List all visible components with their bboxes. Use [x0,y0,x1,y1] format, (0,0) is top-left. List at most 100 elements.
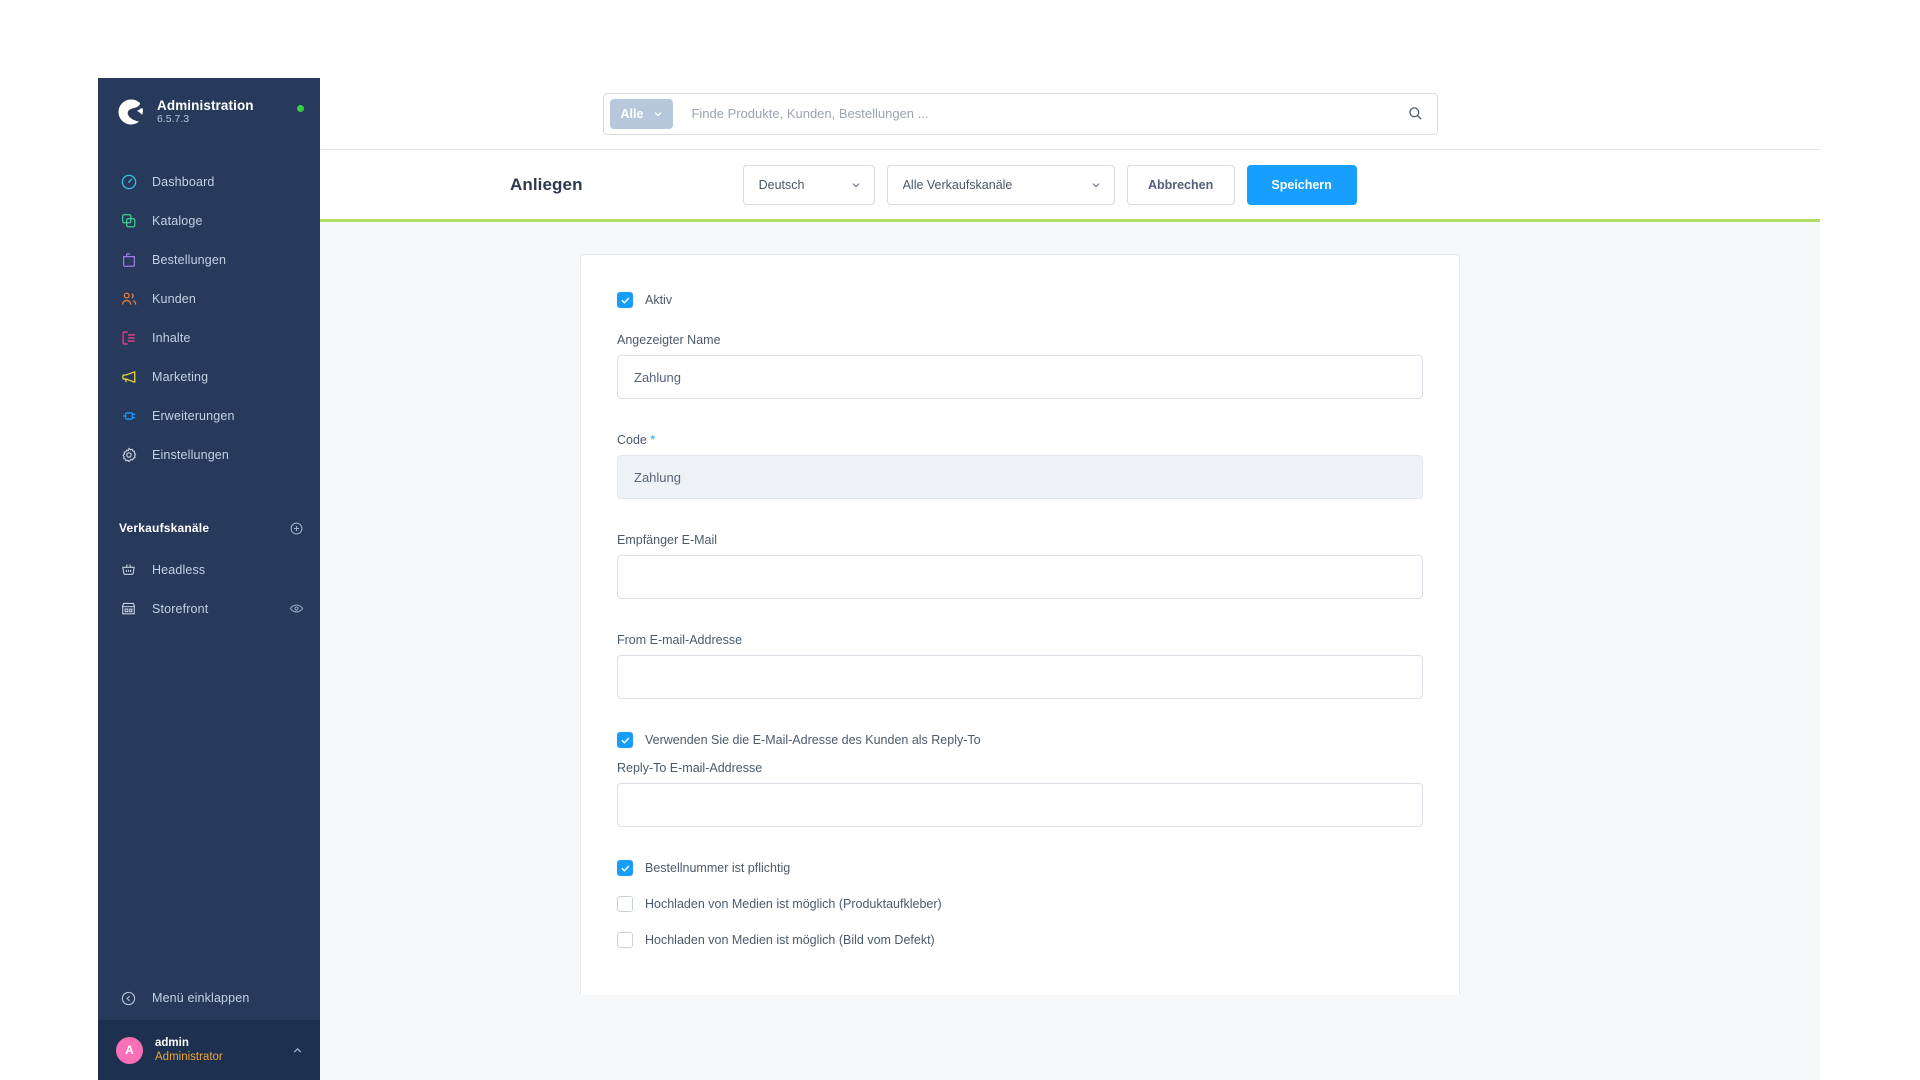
main-area: Alle Anliegen Deutsch [320,78,1820,1080]
recipient-email-field: Empfänger E-Mail [617,533,1423,599]
sidebar-nav: Dashboard Kataloge Bestellungen Kunden I… [98,162,320,474]
sidebar-item-dashboard[interactable]: Dashboard [98,162,320,201]
sidebar-item-label: Headless [152,562,206,577]
use-customer-reply-to-row: Verwenden Sie die E-Mail-Adresse des Kun… [617,725,1423,755]
sidebar-item-marketing[interactable]: Marketing [98,357,320,396]
sidebar-item-kataloge[interactable]: Kataloge [98,201,320,240]
from-email-field: From E-mail-Addresse [617,633,1423,699]
sidebar-item-kunden[interactable]: Kunden [98,279,320,318]
administration-app: Administration 6.5.7.3 Dashboard Katalog… [98,78,1820,1080]
recipient-email-label: Empfänger E-Mail [617,533,718,547]
reply-to-email-field: Reply-To E-mail-Addresse [617,761,1423,827]
chevron-down-icon [655,111,662,117]
page-title: Anliegen [510,174,583,194]
add-sales-channel-icon[interactable] [289,521,304,536]
sidebar-section-title: Verkaufskanäle [119,521,210,535]
catalog-icon [119,211,138,230]
active-checkbox-row: Aktiv [617,285,1423,315]
collapse-left-icon [119,989,138,1008]
avatar: A [116,1036,143,1064]
reply-to-email-input[interactable] [617,783,1423,827]
sales-channel-switch-value: Alle Verkaufskanäle [902,177,1013,192]
display-name-input[interactable] [617,355,1423,399]
sidebar-item-label: Marketing [152,369,209,384]
card-bottom-spacer [617,961,1423,995]
code-field: Code * [617,433,1423,499]
required-marker: * [650,433,656,447]
global-search: Alle [602,92,1438,135]
sidebar-item-storefront[interactable]: Storefront [98,589,320,628]
sidebar-item-label: Inhalte [152,330,191,345]
sidebar-item-bestellungen[interactable]: Bestellungen [98,240,320,279]
upload-product-sticker-row: Hochladen von Medien ist möglich (Produk… [617,889,1423,919]
settings-icon [119,445,138,464]
user-menu[interactable]: A admin Administrator [98,1020,320,1080]
sidebar-item-label: Kunden [152,291,196,306]
from-email-label: From E-mail-Addresse [617,633,743,647]
order-number-required-label: Bestellnummer ist pflichtig [645,861,791,875]
use-customer-reply-to-checkbox[interactable] [617,732,633,748]
cancel-button[interactable]: Abbrechen [1126,164,1235,205]
sidebar-item-erweiterungen[interactable]: Erweiterungen [98,396,320,435]
smart-bar: Anliegen Deutsch Alle Verkaufskanäle Abb… [320,150,1820,222]
sidebar: Administration 6.5.7.3 Dashboard Katalog… [98,78,320,1080]
connection-status-dot [297,105,304,112]
sidebar-item-headless[interactable]: Headless [98,550,320,589]
upload-defect-image-label: Hochladen von Medien ist möglich (Bild v… [645,933,935,947]
code-input[interactable] [617,455,1423,499]
orders-icon [119,250,138,269]
search-scope-dropdown[interactable]: Alle [609,98,674,129]
dashboard-icon [119,172,138,191]
search-scope-label: Alle [620,106,644,121]
sidebar-brand-title: Administration [157,98,254,114]
sales-channel-switch[interactable]: Alle Verkaufskanäle [886,164,1115,205]
display-name-label: Angezeigter Name [617,333,721,347]
sidebar-item-label: Kataloge [152,213,203,228]
sidebar-item-label: Einstellungen [152,447,230,462]
basket-icon [119,560,138,579]
sidebar-item-einstellungen[interactable]: Einstellungen [98,435,320,474]
recipient-email-input[interactable] [617,555,1423,599]
user-role: Administrator [155,1051,223,1063]
collapse-menu-label: Menü einklappen [152,991,250,1005]
upload-defect-image-checkbox[interactable] [617,932,633,948]
active-checkbox-label: Aktiv [645,293,673,307]
upload-defect-image-row: Hochladen von Medien ist möglich (Bild v… [617,925,1423,955]
from-email-input[interactable] [617,655,1423,699]
reply-to-email-label: Reply-To E-mail-Addresse [617,761,763,775]
code-label-text: Code [617,433,647,447]
upload-product-sticker-checkbox[interactable] [617,896,633,912]
customers-icon [119,289,138,308]
content-area: Aktiv Angezeigter Name Code * Empfäng [320,222,1820,1080]
smart-bar-actions: Deutsch Alle Verkaufskanäle Abbrechen Sp… [742,164,1357,205]
settings-card: Aktiv Angezeigter Name Code * Empfäng [580,254,1460,995]
collapse-menu-button[interactable]: Menü einklappen [98,976,320,1020]
chevron-down-icon [852,182,859,187]
marketing-icon [119,367,138,386]
save-button[interactable]: Speichern [1246,164,1357,205]
sidebar-brand-version: 6.5.7.3 [157,113,190,126]
order-number-required-checkbox[interactable] [617,860,633,876]
code-label: Code * [617,433,1423,447]
topbar: Alle [320,78,1820,150]
sidebar-brand[interactable]: Administration 6.5.7.3 [98,78,320,146]
extensions-icon [119,406,138,425]
sidebar-item-inhalte[interactable]: Inhalte [98,318,320,357]
store-icon [119,599,138,618]
language-switch-value: Deutsch [758,177,805,192]
content-icon [119,328,138,347]
active-checkbox[interactable] [617,292,633,308]
chevron-down-icon [1092,182,1099,187]
eye-icon[interactable] [289,601,304,616]
language-switch[interactable]: Deutsch [742,164,875,205]
search-icon[interactable] [1399,97,1433,131]
chevron-up-icon[interactable] [291,1044,304,1057]
shopware-logo-icon [116,97,146,127]
search-input[interactable] [673,106,1399,121]
sidebar-item-label: Bestellungen [152,252,227,267]
display-name-field: Angezeigter Name [617,333,1423,399]
sidebar-item-label: Erweiterungen [152,408,235,423]
